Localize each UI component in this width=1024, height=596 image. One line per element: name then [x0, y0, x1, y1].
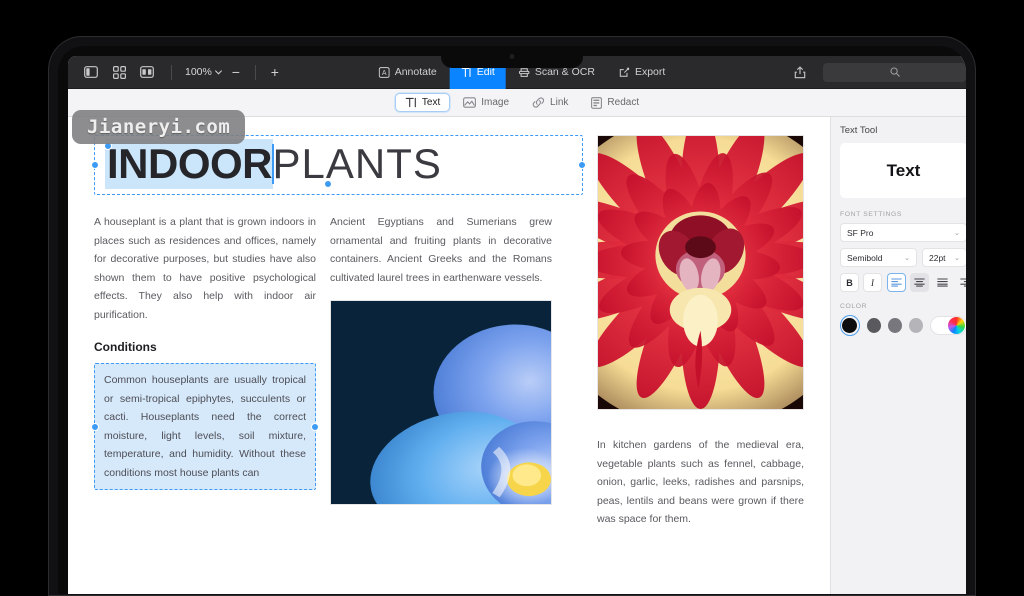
kitchen-gardens-paragraph[interactable]: In kitchen gardens of the medieval era, … [597, 436, 804, 529]
toolbar-right-group [787, 61, 966, 83]
chevron-down-icon [214, 69, 222, 75]
tool-redact-label: Redact [607, 97, 640, 108]
chevron-down-icon: ⌄ [904, 254, 910, 262]
search-input[interactable] [823, 62, 966, 82]
font-weight-value: Semibold [847, 252, 883, 263]
search-icon [889, 67, 900, 77]
selected-resize-handle-left[interactable] [91, 422, 99, 431]
font-size-value: 22pt [929, 252, 946, 263]
toolbar-divider-2 [254, 64, 256, 80]
svg-text:A: A [382, 70, 387, 77]
font-weight-select[interactable]: Semibold ⌄ [840, 248, 917, 267]
font-settings-label: Font Settings [840, 211, 903, 218]
color-wheel-icon [948, 317, 965, 334]
title-bold-word: INDOOR [105, 139, 273, 189]
zoom-level-dropdown[interactable]: 100% [181, 64, 226, 80]
bold-button[interactable]: B [840, 273, 859, 292]
title-light-word: PLANTS [272, 140, 442, 187]
toolbar-divider [171, 64, 172, 80]
alignment-buttons [887, 273, 966, 292]
tab-annotate-label: Annotate [394, 66, 437, 78]
style-buttons: B I [840, 273, 882, 292]
font-family-value: SF Pro [847, 227, 874, 238]
page-layout-icon[interactable] [134, 61, 160, 83]
tool-redact[interactable]: Redact [581, 93, 649, 113]
text-cursor-icon [405, 97, 416, 108]
color-swatch-3[interactable] [908, 318, 923, 333]
font-weight-size-row: Semibold ⌄ 22pt ⌄ [840, 248, 966, 267]
text-tool-panel: Text Tool Text Font Settings SF Pro ⌄ Se… [830, 117, 966, 594]
resize-handle-bottom-right[interactable] [324, 180, 332, 188]
tool-link-label: Link [550, 97, 569, 108]
tab-export[interactable]: Export [608, 56, 676, 89]
font-family-select[interactable]: SF Pro ⌄ [840, 223, 966, 242]
tool-text[interactable]: Text [394, 93, 451, 112]
resize-handle-middle-left[interactable] [91, 161, 99, 169]
font-size-select[interactable]: 22pt ⌄ [922, 248, 966, 267]
image-icon [463, 97, 477, 108]
chevron-down-icon: ⌄ [954, 229, 960, 237]
scan-ocr-icon [519, 67, 530, 77]
zoom-out-button[interactable]: − [226, 65, 246, 79]
align-center-button[interactable] [910, 273, 929, 292]
color-label: Color [840, 303, 868, 310]
site-watermark: Jianeryi.com [72, 110, 246, 144]
italic-button[interactable]: I [863, 273, 882, 292]
align-right-button[interactable] [956, 273, 966, 292]
export-icon [620, 67, 630, 77]
link-icon [532, 97, 545, 108]
style-align-row: B I [840, 273, 966, 292]
tool-image[interactable]: Image [453, 93, 519, 112]
zoom-level-value: 100% [185, 66, 212, 78]
thumbnail-grid-icon[interactable] [106, 61, 132, 83]
blue-flower-photo[interactable] [330, 300, 552, 505]
share-icon[interactable] [787, 61, 813, 83]
selected-text-box[interactable]: Common houseplants are usually tropical … [91, 363, 319, 490]
color-swatch-row [840, 315, 966, 336]
color-swatch-1[interactable] [866, 318, 881, 333]
document-canvas[interactable]: INDOORPLANTS A houseplant is a plant tha… [68, 117, 830, 594]
text-column-right: In kitchen gardens of the medieval era, … [597, 135, 804, 529]
tab-export-label: Export [634, 66, 666, 78]
annotate-icon: A [378, 66, 390, 78]
color-swatch-0 [842, 318, 858, 333]
color-swatch-2[interactable] [887, 318, 902, 333]
tool-image-label: Image [481, 97, 510, 108]
color-picker-button[interactable] [929, 316, 966, 335]
color-swatch-selected[interactable] [840, 315, 860, 336]
editor-work-area: INDOORPLANTS A houseplant is a plant tha… [68, 117, 966, 594]
edit-text-icon [461, 67, 471, 77]
align-left-button[interactable] [887, 273, 906, 292]
tool-text-label: Text [421, 97, 441, 108]
text-column-middle: Ancient Egyptians and Sumerians grew orn… [330, 213, 552, 505]
align-justify-button[interactable] [933, 273, 952, 292]
history-paragraph[interactable]: Ancient Egyptians and Sumerians grew orn… [330, 213, 552, 287]
title-text-box[interactable]: INDOORPLANTS [91, 135, 586, 195]
conditions-paragraph: Common houseplants are usually tropical … [104, 374, 306, 479]
sidebar-toggle-icon[interactable] [78, 61, 104, 83]
text-column-left: A houseplant is a plant that is grown in… [91, 213, 319, 505]
front-camera-icon [509, 54, 515, 59]
tab-annotate[interactable]: A Annotate [368, 56, 448, 89]
pdf-page: INDOORPLANTS A houseplant is a plant tha… [68, 117, 830, 529]
panel-title: Text Tool [840, 125, 878, 136]
chevron-down-icon: ⌄ [954, 254, 960, 262]
resize-handle-middle-right[interactable] [578, 161, 586, 169]
selected-resize-handle-right[interactable] [311, 422, 319, 431]
intro-paragraph[interactable]: A houseplant is a plant that is grown in… [94, 213, 316, 324]
section-heading-conditions[interactable]: Conditions [94, 340, 316, 354]
page-title: INDOORPLANTS [105, 139, 572, 189]
redact-icon [591, 96, 603, 109]
text-preview-box: Text [840, 143, 966, 198]
red-dahlia-photo[interactable] [597, 135, 804, 410]
tool-link[interactable]: Link [522, 93, 578, 112]
zoom-in-button[interactable]: + [265, 65, 285, 79]
